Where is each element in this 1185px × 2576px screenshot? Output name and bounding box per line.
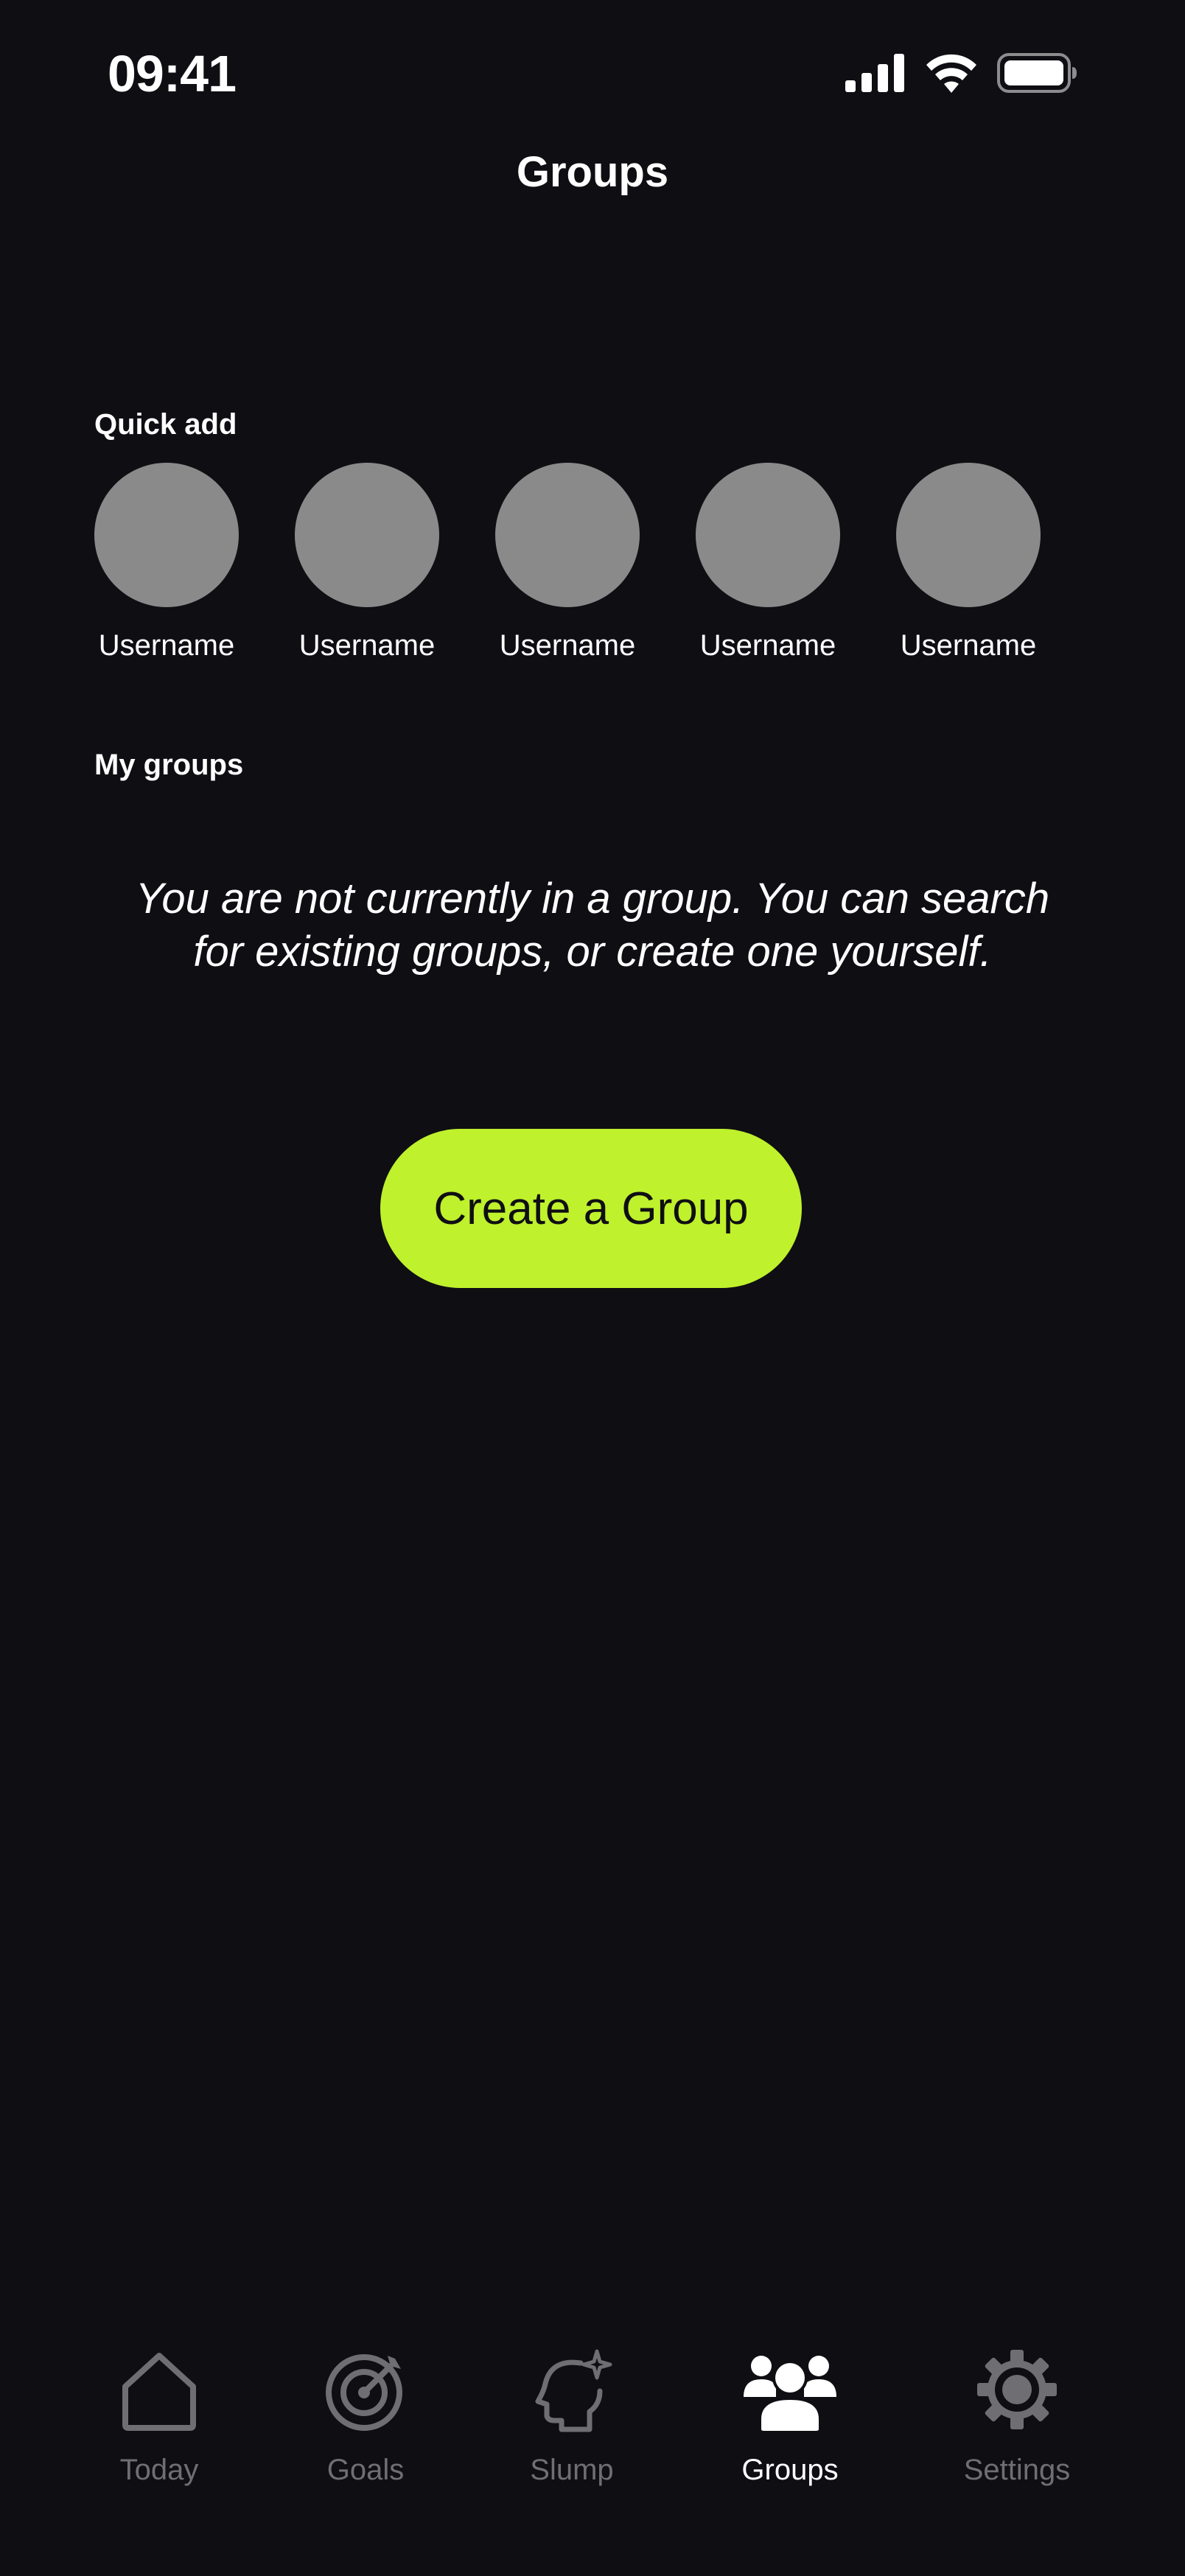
- tab-bar: Today Goals Slump Groups Settings: [0, 2321, 1185, 2576]
- tab-slump[interactable]: Slump: [469, 2321, 675, 2487]
- wifi-icon: [925, 53, 978, 97]
- tab-settings[interactable]: Settings: [914, 2321, 1120, 2487]
- status-bar: 09:41: [0, 0, 1185, 147]
- tab-label: Settings: [963, 2454, 1071, 2486]
- status-time: 09:41: [108, 45, 237, 102]
- avatar[interactable]: [295, 463, 439, 607]
- tab-today[interactable]: Today: [56, 2321, 262, 2487]
- quick-add-row: Username Username Username Username User…: [94, 463, 1041, 662]
- my-groups-label: My groups: [94, 749, 244, 781]
- people-icon: [742, 2343, 838, 2439]
- gear-icon: [969, 2343, 1065, 2439]
- tab-label: Slump: [530, 2454, 614, 2486]
- username-label: Username: [699, 629, 836, 662]
- quick-add-user[interactable]: Username: [94, 463, 239, 662]
- username-label: Username: [499, 629, 636, 662]
- username-label: Username: [298, 629, 436, 662]
- tab-label: Groups: [741, 2454, 839, 2486]
- cellular-signal-icon: [845, 54, 906, 96]
- home-icon: [111, 2343, 207, 2439]
- quick-add-user[interactable]: Username: [696, 463, 840, 662]
- tab-goals[interactable]: Goals: [262, 2321, 469, 2487]
- username-label: Username: [900, 629, 1037, 662]
- quick-add-user[interactable]: Username: [495, 463, 640, 662]
- username-label: Username: [98, 629, 235, 662]
- head-sparkle-icon: [524, 2343, 620, 2439]
- quick-add-user[interactable]: Username: [295, 463, 439, 662]
- target-icon: [318, 2343, 413, 2439]
- status-icons: [845, 53, 1078, 97]
- tab-label: Today: [119, 2454, 199, 2486]
- avatar[interactable]: [696, 463, 840, 607]
- avatar[interactable]: [94, 463, 239, 607]
- avatar[interactable]: [896, 463, 1041, 607]
- quick-add-user[interactable]: Username: [896, 463, 1041, 662]
- quick-add-label: Quick add: [94, 408, 237, 441]
- battery-icon: [997, 53, 1078, 97]
- page-title: Groups: [516, 148, 669, 196]
- empty-groups-message: You are not currently in a group. You ca…: [135, 875, 1050, 976]
- tab-label: Goals: [326, 2454, 405, 2486]
- tab-groups[interactable]: Groups: [687, 2321, 893, 2487]
- create-group-button[interactable]: Create a Group: [380, 1129, 802, 1288]
- avatar[interactable]: [495, 463, 640, 607]
